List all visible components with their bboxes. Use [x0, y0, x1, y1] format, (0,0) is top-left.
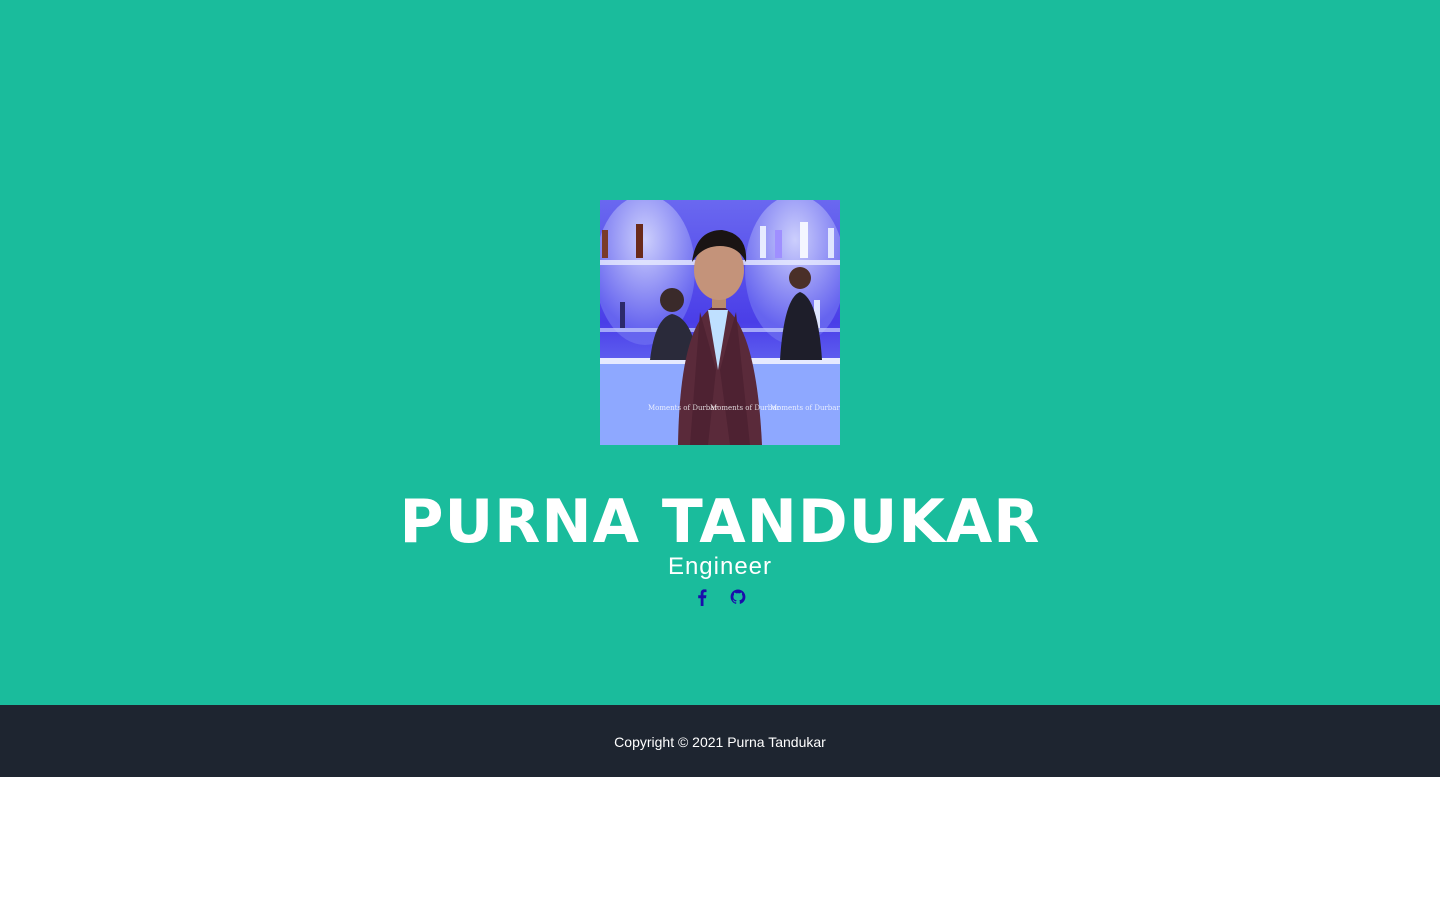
- social-links: [0, 586, 1440, 608]
- copyright-text: Copyright © 2021 Purna Tandukar: [614, 734, 826, 750]
- github-link[interactable]: [729, 586, 747, 608]
- hero-section: Moments of Durbar Moments of Durbar Mome…: [0, 0, 1440, 705]
- photo-watermark: Moments of Durbar: [770, 404, 840, 412]
- footer: Copyright © 2021 Purna Tandukar: [0, 705, 1440, 777]
- profile-name: PURNA TANDUKAR: [399, 487, 1041, 557]
- profile-role: Engineer: [667, 553, 773, 580]
- github-icon: [730, 589, 746, 604]
- facebook-icon: [698, 589, 707, 606]
- photo-watermark: Moments of Durbar: [648, 404, 718, 412]
- profile-photo: Moments of Durbar Moments of Durbar Mome…: [600, 200, 840, 445]
- facebook-link[interactable]: [693, 586, 711, 608]
